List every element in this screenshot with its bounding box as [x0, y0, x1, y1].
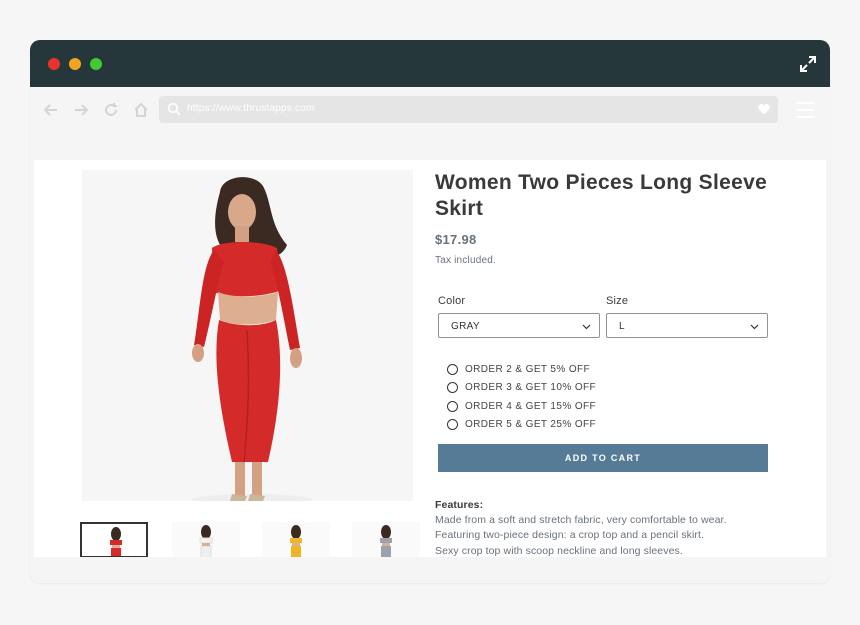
hamburger-menu-icon[interactable] [796, 102, 814, 123]
product-title: Women Two Pieces Long Sleeve Skirt [435, 171, 768, 220]
search-icon [167, 102, 181, 116]
offer-label: ORDER 2 & GET 5% OFF [465, 363, 591, 375]
thumbnail-red-outfit[interactable] [80, 522, 148, 557]
radio-button[interactable] [447, 400, 458, 412]
address-bar[interactable]: https://www.thrustapps.com [159, 96, 778, 123]
color-label: Color [438, 295, 466, 307]
chevron-down-icon [582, 324, 591, 330]
offer-option[interactable]: ORDER 3 & GET 10% OFF [447, 379, 596, 398]
tax-note: Tax included. [435, 255, 496, 266]
fullscreen-icon[interactable] [798, 54, 818, 74]
forward-arrow-icon[interactable] [72, 101, 90, 119]
size-select[interactable]: L [606, 313, 768, 338]
size-label: Size [606, 295, 629, 307]
thumbnail-gray-outfit[interactable] [352, 522, 420, 557]
offer-option[interactable]: ORDER 5 & GET 25% OFF [447, 416, 596, 435]
browser-window: https://www.thrustapps.com Women Two Pie… [30, 40, 830, 583]
offer-option[interactable]: ORDER 2 & GET 5% OFF [447, 360, 596, 379]
product-price: $17.98 [435, 232, 477, 247]
offer-label: ORDER 3 & GET 10% OFF [465, 382, 597, 394]
offer-option[interactable]: ORDER 4 & GET 15% OFF [447, 397, 596, 416]
features-section: Features: Made from a soft and stretch f… [435, 498, 795, 557]
color-select-value: GRAY [451, 321, 480, 332]
url-text: https://www.thrustapps.com [187, 103, 315, 114]
size-select-value: L [619, 321, 625, 332]
radio-button[interactable] [447, 419, 458, 431]
offer-label: ORDER 5 & GET 25% OFF [465, 419, 597, 431]
main-product-image [82, 170, 413, 501]
home-icon[interactable] [132, 101, 150, 119]
size-selector: Size L [606, 295, 768, 338]
offer-label: ORDER 4 & GET 15% OFF [465, 400, 597, 412]
features-heading: Features: [435, 499, 484, 511]
minimize-window-button[interactable] [69, 58, 81, 70]
color-select[interactable]: GRAY [438, 313, 600, 338]
heart-icon[interactable] [757, 102, 771, 116]
radio-button[interactable] [447, 382, 458, 394]
feature-line: Sexy crop top with scoop neckline and lo… [435, 544, 683, 557]
add-to-cart-button[interactable]: ADD TO CART [438, 444, 768, 472]
reload-icon[interactable] [102, 101, 120, 119]
product-info: Women Two Pieces Long Sleeve Skirt $17.9… [435, 170, 775, 266]
radio-button[interactable] [447, 363, 458, 375]
color-selector: Color GRAY [438, 295, 600, 338]
feature-line: Featuring two-piece design: a crop top a… [435, 529, 705, 542]
close-window-button[interactable] [48, 58, 60, 70]
thumbnail-strip [80, 522, 420, 557]
thumbnail-yellow-outfit[interactable] [262, 522, 330, 557]
quantity-discount-offers: ORDER 2 & GET 5% OFF ORDER 3 & GET 10% O… [447, 360, 596, 434]
thumbnail-white-outfit[interactable] [172, 522, 240, 557]
product-page: Women Two Pieces Long Sleeve Skirt $17.9… [34, 160, 826, 557]
zoom-window-button[interactable] [90, 58, 102, 70]
chevron-down-icon [750, 324, 759, 330]
back-arrow-icon[interactable] [42, 101, 60, 119]
feature-line: Made from a soft and stretch fabric, ver… [435, 514, 727, 527]
browser-toolbar: https://www.thrustapps.com [30, 87, 830, 133]
title-bar [30, 40, 830, 87]
